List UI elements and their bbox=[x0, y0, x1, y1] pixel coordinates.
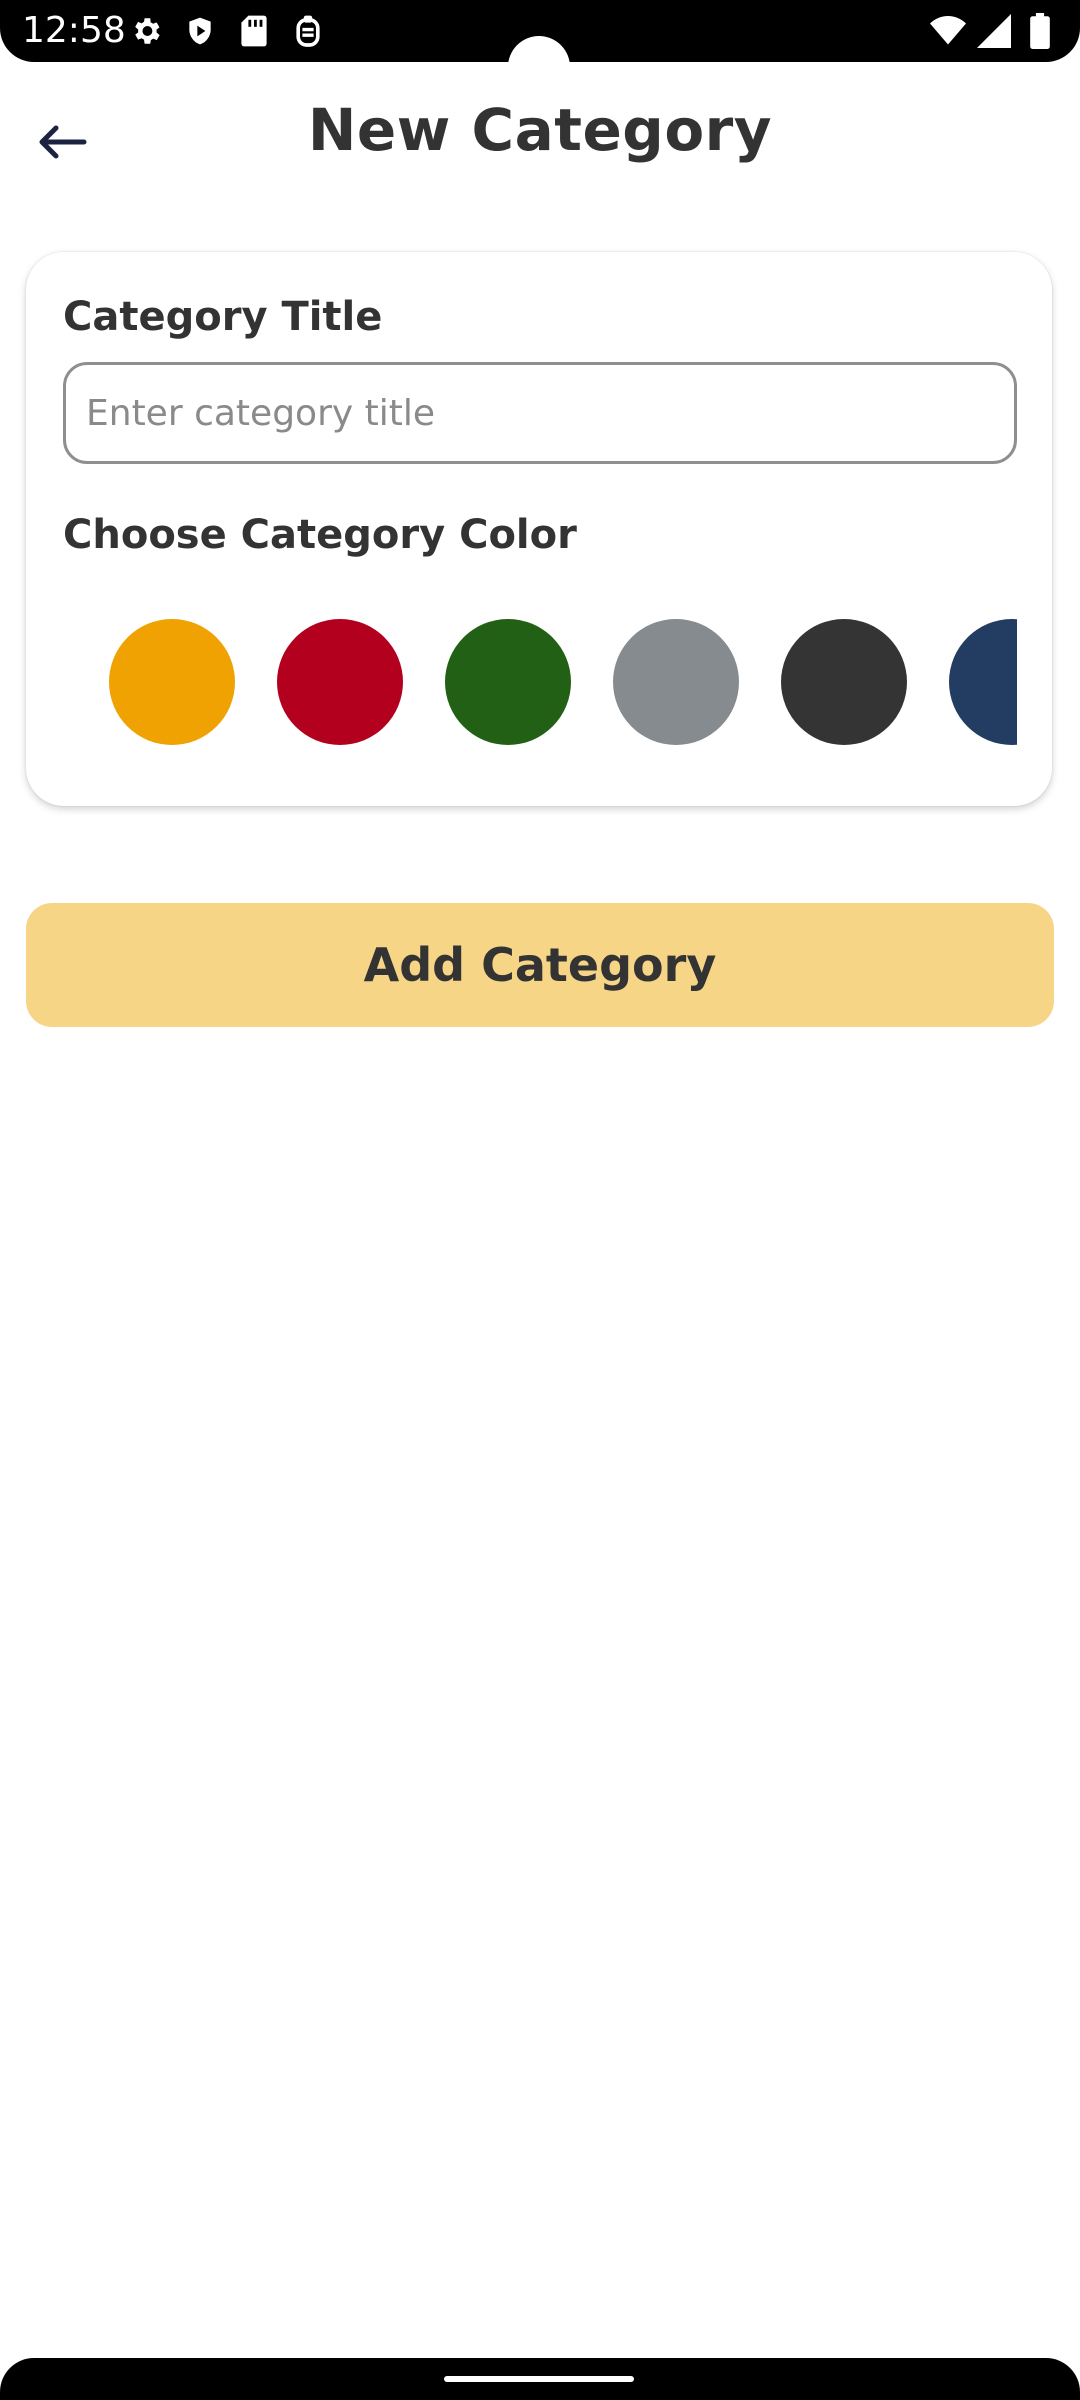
sd-card-icon bbox=[236, 12, 272, 50]
clipboard-icon bbox=[290, 12, 326, 50]
add-category-label: Add Category bbox=[363, 938, 717, 992]
shield-play-icon bbox=[182, 12, 218, 50]
color-swatch-green[interactable] bbox=[445, 619, 571, 745]
category-title-label: Category Title bbox=[63, 294, 383, 340]
choose-color-label: Choose Category Color bbox=[63, 512, 577, 558]
category-form-card: Category Title Choose Category Color bbox=[26, 252, 1052, 806]
color-swatch-orange[interactable] bbox=[109, 619, 235, 745]
color-swatch-navy[interactable] bbox=[949, 619, 1017, 745]
color-swatch-list[interactable] bbox=[63, 619, 1017, 749]
status-icons-right bbox=[930, 12, 1058, 50]
color-swatch-dark-gray[interactable] bbox=[781, 619, 907, 745]
status-time: 12:58 bbox=[22, 10, 126, 51]
app-bar: New Category bbox=[0, 62, 1080, 202]
page-title: New Category bbox=[307, 96, 773, 164]
navigation-bar bbox=[0, 2358, 1080, 2400]
category-title-input[interactable] bbox=[63, 362, 1017, 464]
home-indicator[interactable] bbox=[444, 2376, 634, 2382]
add-category-button[interactable]: Add Category bbox=[26, 903, 1054, 1027]
screen: 12:58 New Category Category Title Enter … bbox=[0, 0, 1080, 2400]
color-swatch-red[interactable] bbox=[277, 619, 403, 745]
status-bar: 12:58 bbox=[0, 0, 1080, 98]
wifi-icon bbox=[930, 12, 966, 50]
signal-icon bbox=[976, 12, 1012, 50]
battery-icon bbox=[1022, 12, 1058, 50]
settings-icon bbox=[128, 12, 164, 50]
status-icons-left bbox=[128, 12, 326, 50]
color-swatch-gray[interactable] bbox=[613, 619, 739, 745]
